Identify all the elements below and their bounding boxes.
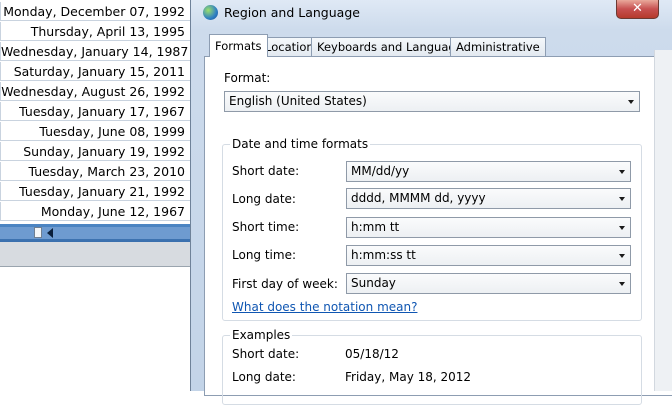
chevron-down-icon [628,100,634,104]
scrollbar-track[interactable] [0,227,196,239]
long-date-value: dddd, MMMM dd, yyyy [351,191,486,205]
list-item[interactable]: Tuesday, March 23, 2010 [0,162,190,181]
example-short-date-label: Short date: [232,347,300,361]
background-date-list: Monday, December 07, 1992 Thursday, Apri… [0,0,196,391]
chevron-down-icon [619,197,625,201]
list-item[interactable]: Wednesday, August 26, 1992 [0,82,190,101]
region-language-dialog: Region and Language ✕ Formats Location K… [190,0,672,405]
scrollbar-thumb[interactable] [34,227,42,238]
long-time-value: h:mm:ss tt [351,248,416,262]
list-item[interactable]: Tuesday, January 21, 1992 [0,182,190,201]
scroll-left-arrow-icon[interactable] [47,228,53,238]
short-time-value: h:mm tt [351,220,400,234]
tab-formats[interactable]: Formats [209,34,268,57]
format-select[interactable]: English (United States) [224,91,640,112]
globe-icon [203,5,218,20]
dialog-title: Region and Language [224,5,360,20]
notation-help-link[interactable]: What does the notation mean? [232,300,417,314]
first-day-select[interactable]: Sunday [346,273,631,294]
short-date-label: Short date: [232,164,300,178]
list-item[interactable]: Monday, June 12, 1967 [0,202,190,221]
vertical-scrollbar[interactable] [654,50,672,391]
chevron-down-icon [619,170,625,174]
format-label: Format: [224,71,271,85]
long-date-select[interactable]: dddd, MMMM dd, yyyy [346,188,631,209]
chevron-down-icon [619,282,625,286]
example-long-date-label: Long date: [232,370,296,384]
divider [0,266,196,267]
tab-administrative[interactable]: Administrative [450,37,546,56]
list-item[interactable]: Sunday, January 19, 1992 [0,142,190,161]
example-short-date-value: 05/18/12 [345,347,399,361]
list-item[interactable]: Wednesday, January 14, 1987 [0,42,190,61]
status-area [0,242,196,266]
list-item[interactable]: Monday, December 07, 1992 [0,2,190,21]
date-time-formats-title: Date and time formats [230,137,371,151]
example-long-date-value: Friday, May 18, 2012 [345,370,472,384]
short-date-value: MM/dd/yy [351,164,410,178]
list-item[interactable]: Tuesday, January 17, 1967 [0,102,190,121]
long-time-label: Long time: [232,248,297,262]
format-value: English (United States) [229,94,367,108]
short-date-select[interactable]: MM/dd/yy [346,161,631,182]
list-item[interactable]: Saturday, January 15, 2011 [0,62,190,81]
short-time-select[interactable]: h:mm tt [346,217,631,238]
first-day-label: First day of week: [232,277,338,291]
horizontal-scrollbar[interactable] [0,224,196,242]
list-item[interactable]: Thursday, April 13, 1995 [0,22,190,41]
chevron-down-icon [619,254,625,258]
chevron-down-icon [619,226,625,230]
examples-title: Examples [230,328,293,342]
close-button[interactable]: ✕ [616,0,659,19]
first-day-value: Sunday [351,276,396,290]
list-item[interactable]: Tuesday, June 08, 1999 [0,122,190,141]
long-date-label: Long date: [232,192,296,206]
short-time-label: Short time: [232,220,300,234]
long-time-select[interactable]: h:mm:ss tt [346,245,631,266]
formats-panel: Format: English (United States) Date and… [204,56,672,405]
